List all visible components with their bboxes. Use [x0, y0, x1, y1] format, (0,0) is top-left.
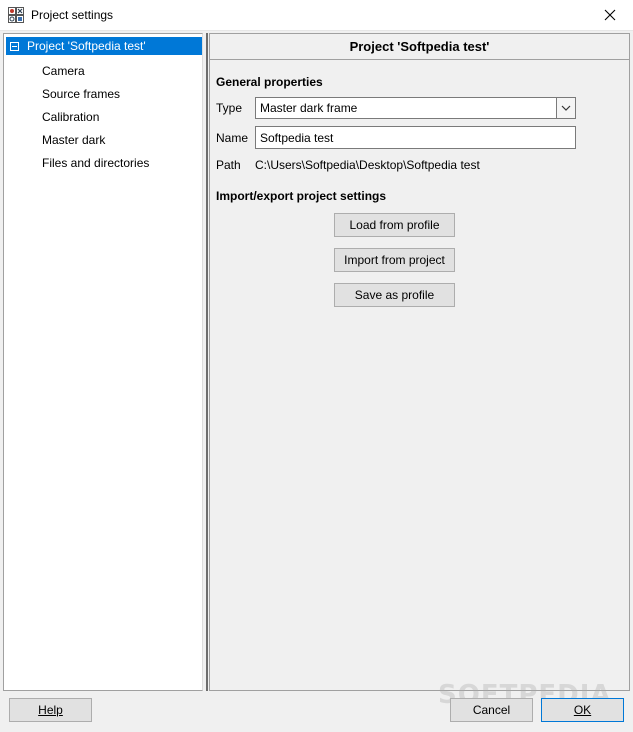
chevron-down-icon[interactable] — [556, 98, 575, 118]
name-label: Name — [216, 131, 249, 145]
help-button-label: Help — [38, 703, 63, 717]
name-input[interactable]: Softpedia test — [255, 126, 576, 149]
tree-item-project-label: Project 'Softpedia test' — [27, 39, 146, 53]
ok-button[interactable]: OK — [541, 698, 624, 722]
path-label: Path — [216, 158, 241, 172]
window-title: Project settings — [31, 8, 114, 22]
help-button[interactable]: Help — [9, 698, 92, 722]
type-dropdown[interactable]: Master dark frame — [255, 97, 576, 119]
import-export-title: Import/export project settings — [216, 189, 387, 203]
close-button[interactable] — [587, 0, 633, 30]
splitter-line — [206, 33, 208, 691]
cancel-button-label: Cancel — [472, 703, 511, 717]
settings-grid-icon — [8, 7, 24, 23]
tree-item-camera[interactable]: Camera — [42, 64, 85, 78]
cancel-button[interactable]: Cancel — [450, 698, 533, 722]
close-icon — [604, 9, 616, 21]
path-value: C:\Users\Softpedia\Desktop\Softpedia tes… — [255, 158, 480, 172]
panel-header: Project 'Softpedia test' — [210, 34, 629, 60]
tree-item-files-and-directories[interactable]: Files and directories — [42, 156, 149, 170]
collapse-icon[interactable] — [10, 42, 19, 51]
load-from-profile-button[interactable]: Load from profile — [334, 213, 455, 237]
tree-item-project[interactable]: Project 'Softpedia test' — [6, 37, 202, 55]
import-from-project-button[interactable]: Import from project — [334, 248, 455, 272]
settings-panel: Project 'Softpedia test' General propert… — [209, 33, 630, 691]
type-dropdown-value: Master dark frame — [260, 101, 358, 115]
type-label: Type — [216, 101, 243, 115]
title-bar: Project settings — [0, 0, 633, 31]
tree-item-calibration[interactable]: Calibration — [42, 110, 99, 124]
name-input-value: Softpedia test — [260, 131, 334, 145]
general-properties-title: General properties — [216, 75, 323, 89]
settings-tree[interactable]: Project 'Softpedia test' Camera Source f… — [3, 33, 203, 691]
save-as-profile-button[interactable]: Save as profile — [334, 283, 455, 307]
ok-button-label: OK — [573, 703, 592, 717]
tree-item-master-dark[interactable]: Master dark — [42, 133, 105, 147]
tree-item-source-frames[interactable]: Source frames — [42, 87, 120, 101]
